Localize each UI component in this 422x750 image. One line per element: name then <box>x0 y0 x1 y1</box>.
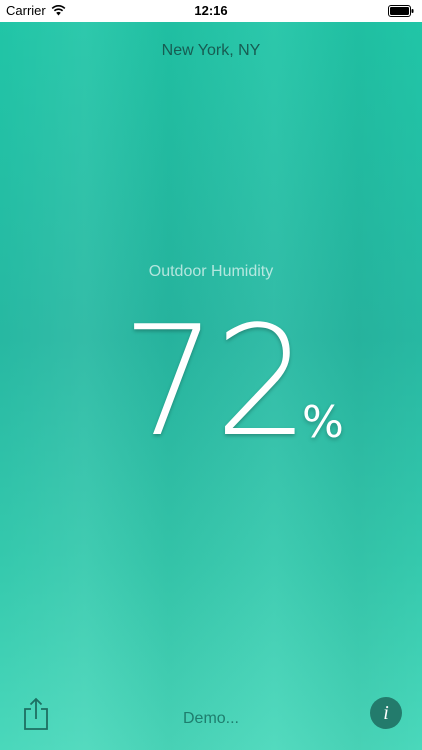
humidity-value: 72 <box>121 293 310 470</box>
humidity-unit: % <box>302 397 344 448</box>
status-bar: Carrier 12:16 <box>0 0 422 22</box>
app-screen: Carrier 12:16 New York, NY Outdoor Humid… <box>0 0 422 750</box>
clock: 12:16 <box>194 3 228 18</box>
info-icon: i <box>383 702 389 724</box>
metric-label: Outdoor Humidity <box>148 263 274 280</box>
demo-status-text: Demo... <box>182 710 239 727</box>
battery-icon <box>388 5 414 17</box>
info-button[interactable]: i <box>370 697 402 729</box>
location-title: New York, NY <box>161 42 261 59</box>
